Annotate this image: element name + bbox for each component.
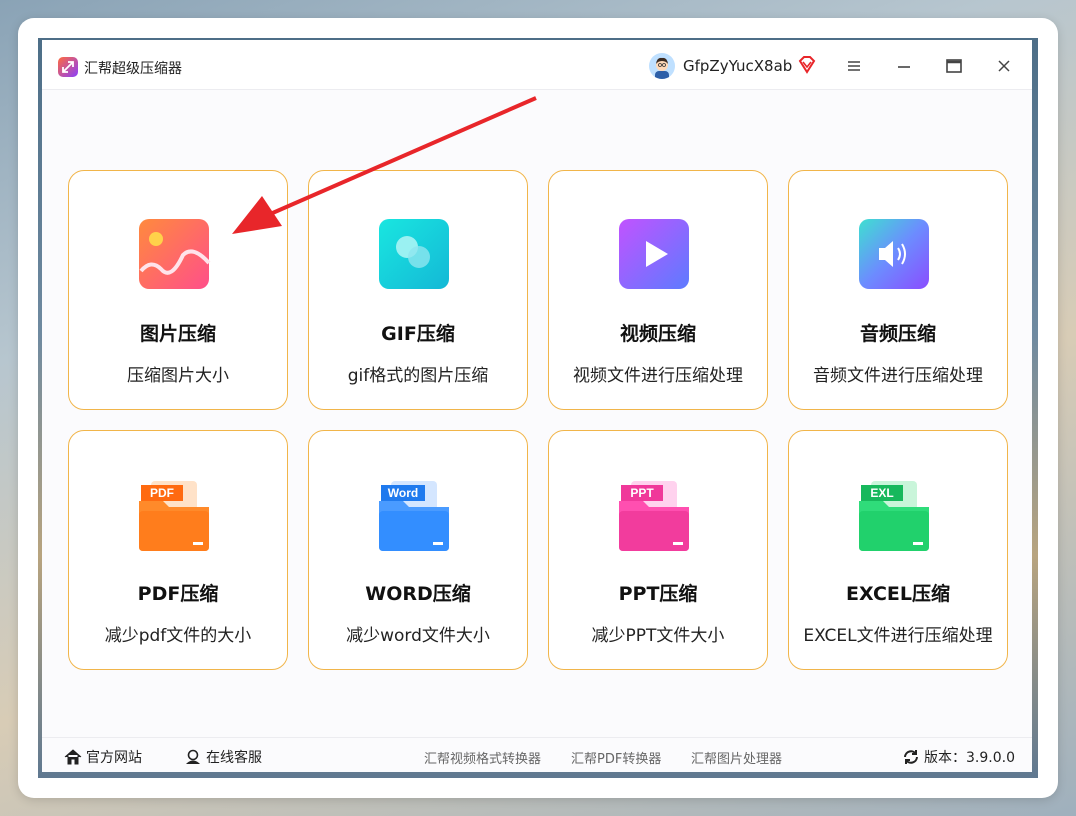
card-image-compress[interactable]: 图片压缩 压缩图片大小 [68,170,288,410]
official-website-label: 官方网站 [86,750,142,766]
title-bar: 汇帮超级压缩器 GfpZyYucX8ab [42,40,1032,90]
card-description: gif格式的图片压缩 [347,366,489,386]
card-description: EXCEL文件进行压缩处理 [803,626,993,646]
menu-icon[interactable] [842,54,866,78]
card-gif-compress[interactable]: GIF压缩 gif格式的图片压缩 [308,170,528,410]
ppt-folder-icon: PPT [617,477,693,553]
word-badge: Word [388,486,418,500]
speaker-icon [857,217,933,293]
user-avatar[interactable] [649,53,675,79]
footer-link-pdf-converter[interactable]: 汇帮PDF转换器 [571,748,661,767]
card-description: 减少PPT文件大小 [591,626,725,646]
footer-link-video-converter[interactable]: 汇帮视频格式转换器 [424,748,541,767]
version-label: 版本：3.9.0.0 [924,750,1015,766]
card-description: 音频文件进行压缩处理 [813,366,983,386]
card-title: GIF压缩 [381,323,455,345]
close-icon[interactable] [992,54,1016,78]
footer-link-image-processor[interactable]: 汇帮图片处理器 [691,748,782,767]
card-excel-compress[interactable]: EXL EXCEL压缩 EXCEL文件进行压缩处理 [788,430,1008,670]
ppt-badge: PPT [630,486,654,500]
card-word-compress[interactable]: Word WORD压缩 减少word文件大小 [308,430,528,670]
app-title: 汇帮超级压缩器 [84,61,182,77]
image-icon [137,217,213,293]
minimize-icon[interactable] [892,54,916,78]
online-support-label: 在线客服 [206,750,262,766]
refresh-icon [904,750,918,764]
app-window: 汇帮超级压缩器 GfpZyYucX8ab 图片压缩 压缩图片大小 GIF压缩 g… [42,40,1032,772]
maximize-icon[interactable] [942,54,966,78]
headset-icon [186,749,200,764]
video-play-icon [617,217,693,293]
home-icon [64,749,82,765]
card-title: 音频压缩 [859,323,936,345]
card-title: PDF压缩 [137,583,219,605]
card-description: 压缩图片大小 [127,366,229,386]
card-audio-compress[interactable]: 音频压缩 音频文件进行压缩处理 [788,170,1008,410]
pdf-badge: PDF [150,486,174,500]
app-logo-icon [58,57,78,77]
card-video-compress[interactable]: 视频压缩 视频文件进行压缩处理 [548,170,768,410]
version-info[interactable]: 版本：3.9.0.0 [902,747,1015,767]
card-pdf-compress[interactable]: PDF PDF压缩 减少pdf文件的大小 [68,430,288,670]
excel-badge: EXL [870,486,893,500]
pdf-folder-icon: PDF [137,477,213,553]
username[interactable]: GfpZyYucX8ab [683,57,792,75]
online-support-link[interactable]: 在线客服 [184,747,262,767]
tool-grid: 图片压缩 压缩图片大小 GIF压缩 gif格式的图片压缩 视频压缩 视频文件进行… [68,170,1008,670]
official-website-link[interactable]: 官方网站 [64,747,142,767]
card-title: 视频压缩 [619,323,696,345]
vip-diamond-icon[interactable] [797,55,817,79]
card-title: EXCEL压缩 [846,583,950,605]
card-description: 减少word文件大小 [346,626,490,646]
card-title: 图片压缩 [139,323,216,345]
card-description: 视频文件进行压缩处理 [573,366,743,386]
card-title: PPT压缩 [618,583,698,605]
card-ppt-compress[interactable]: PPT PPT压缩 减少PPT文件大小 [548,430,768,670]
card-description: 减少pdf文件的大小 [104,626,252,646]
excel-folder-icon: EXL [857,477,933,553]
footer-bar: 官方网站 在线客服 汇帮视频格式转换器 汇帮PDF转换器 汇帮图片处理器 版本：… [42,737,1032,772]
card-title: WORD压缩 [365,583,471,605]
gif-icon [377,217,453,293]
word-folder-icon: Word [377,477,453,553]
